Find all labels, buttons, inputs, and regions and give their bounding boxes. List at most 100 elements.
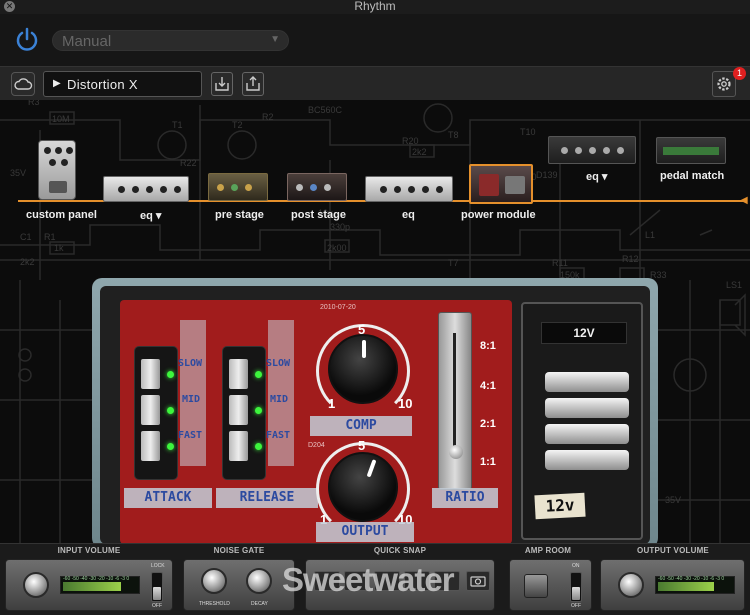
battery-label: 12v <box>534 492 586 520</box>
schematic-label: R20 <box>402 136 419 146</box>
battery-cell <box>545 398 629 418</box>
release-fast-label: FAST <box>266 430 291 441</box>
amp-room-panel: ON OFF <box>509 559 592 611</box>
ratio-mark: 2:1 <box>480 418 496 430</box>
chain-label-eq-1[interactable]: eq ▾ <box>140 209 161 222</box>
chain-item-custom-panel[interactable] <box>38 140 76 200</box>
schematic-label: T8 <box>448 130 459 140</box>
bottom-control-strip: INPUT VOLUME -60 -50 -40 -30 -20 -10 -6 … <box>0 543 750 615</box>
chain-label-post-stage: post stage <box>291 209 347 221</box>
circuit-board: 2010-07-20 D204 SLOW MID FAST SLOW MID F… <box>120 300 512 543</box>
release-mid-button[interactable] <box>229 395 248 425</box>
ratio-slider[interactable] <box>438 312 472 490</box>
chain-item-power-module[interactable] <box>469 164 533 204</box>
notification-badge: 1 <box>733 67 746 80</box>
decay-label: DECAY <box>251 601 268 607</box>
comp-knob[interactable] <box>328 334 398 404</box>
export-button[interactable] <box>242 72 264 96</box>
input-volume-panel: -60 -50 -40 -30 -20 -10 -6 -3 0 LOCK OFF <box>5 559 173 611</box>
amp-room-section: AMP ROOM ON OFF <box>500 544 596 615</box>
chain-item-post-stage[interactable] <box>287 173 347 201</box>
schematic-label: 2k2 <box>412 147 427 157</box>
battery-cell <box>545 372 629 392</box>
import-button[interactable] <box>211 72 233 96</box>
amp-room-on-label: ON <box>572 563 580 569</box>
attack-slow-button[interactable] <box>141 359 160 389</box>
preset-dropdown[interactable]: Manual ▼ <box>52 30 289 51</box>
schematic-label: D139 <box>536 170 558 180</box>
window-title: Rhythm <box>354 0 396 13</box>
schematic-label: R3 <box>28 100 40 107</box>
ratio-mark: 4:1 <box>480 380 496 392</box>
output-volume-panel: -60 -50 -40 -30 -20 -10 -6 -3 0 <box>600 559 745 611</box>
ratio-slider-handle[interactable] <box>449 445 463 459</box>
play-icon[interactable]: ▶ <box>53 78 61 89</box>
schematic-label: 1k <box>54 243 64 253</box>
tape-strip <box>180 320 206 466</box>
power-icon[interactable] <box>14 26 40 52</box>
chain-item-eq-2[interactable] <box>365 176 453 202</box>
gear-icon <box>717 77 731 91</box>
battery-cell <box>545 450 629 470</box>
attack-led <box>167 371 174 378</box>
input-volume-knob[interactable] <box>23 572 49 598</box>
input-volume-title: INPUT VOLUME <box>57 546 121 555</box>
input-level-meter: -60 -50 -40 -30 -20 -10 -6 -3 0 <box>60 576 140 594</box>
sweetwater-watermark: Sweetwater <box>282 561 455 598</box>
release-led <box>255 407 262 414</box>
chevron-down-icon: ▼ <box>270 34 280 45</box>
patch-name-field[interactable]: ▶ Distortion X <box>43 71 202 97</box>
release-led <box>255 443 262 450</box>
amp-room-title: AMP ROOM <box>524 546 572 555</box>
chain-arrow-icon: ◀ <box>740 195 748 206</box>
snapshot-button[interactable] <box>466 571 490 591</box>
import-icon <box>215 77 229 91</box>
release-slow-button[interactable] <box>229 359 248 389</box>
camera-icon <box>470 576 486 587</box>
attack-switch[interactable] <box>134 346 178 480</box>
schematic-label: T1 <box>172 120 183 130</box>
release-slow-label: SLOW <box>266 358 291 369</box>
lock-toggle[interactable] <box>151 572 163 602</box>
comp-max-label: 10 <box>398 396 413 411</box>
chain-label-power-module: power module <box>461 209 536 221</box>
ratio-mark: 1:1 <box>480 456 496 468</box>
attack-mid-button[interactable] <box>141 395 160 425</box>
amp-room-toggle[interactable] <box>570 572 582 602</box>
board-ref: D204 <box>308 442 325 449</box>
ratio-mark: 8:1 <box>480 340 496 352</box>
release-switch[interactable] <box>222 346 266 480</box>
release-mid-label: MID <box>270 394 289 405</box>
output-volume-section: OUTPUT VOLUME -60 -50 -40 -30 -20 -10 -6… <box>596 544 750 615</box>
chain-label-eq-3[interactable]: eq ▾ <box>586 170 607 183</box>
title-bar: ✕ Rhythm <box>0 0 750 14</box>
output-knob[interactable] <box>328 452 398 522</box>
release-fast-button[interactable] <box>229 431 248 461</box>
battery-compartment: 12V 12v <box>521 302 643 540</box>
noise-gate-panel: THRESHOLD DECAY <box>183 559 295 611</box>
quick-snap-title: QUICK SNAP <box>373 546 427 555</box>
schematic-label: 330p <box>330 222 350 232</box>
caret-down-icon: ▾ <box>601 171 608 183</box>
cloud-button[interactable] <box>11 72 35 96</box>
attack-fast-button[interactable] <box>141 431 160 461</box>
amp-room-button[interactable] <box>524 574 548 598</box>
chain-item-eq-1[interactable] <box>103 176 189 202</box>
threshold-label: THRESHOLD <box>199 601 230 607</box>
decay-knob[interactable] <box>246 568 272 594</box>
chain-item-pre-stage[interactable] <box>208 173 268 201</box>
attack-led <box>167 407 174 414</box>
lock-off-label: OFF <box>152 603 162 609</box>
schematic-label: LS1 <box>726 280 742 290</box>
schematic-label: T7 <box>448 258 459 268</box>
schematic-label: R2 <box>262 112 274 122</box>
threshold-knob[interactable] <box>201 568 227 594</box>
attack-mid-label: MID <box>182 394 201 405</box>
chain-label-pedal-match: pedal match <box>660 170 725 182</box>
toolbar: ▶ Distortion X 1 <box>0 66 750 100</box>
attack-slow-label: SLOW <box>178 358 203 369</box>
output-volume-knob[interactable] <box>618 572 644 598</box>
schematic-label: 10M <box>52 114 70 124</box>
chain-item-pedal-match[interactable] <box>656 137 726 164</box>
chain-item-eq-3[interactable] <box>548 136 636 164</box>
